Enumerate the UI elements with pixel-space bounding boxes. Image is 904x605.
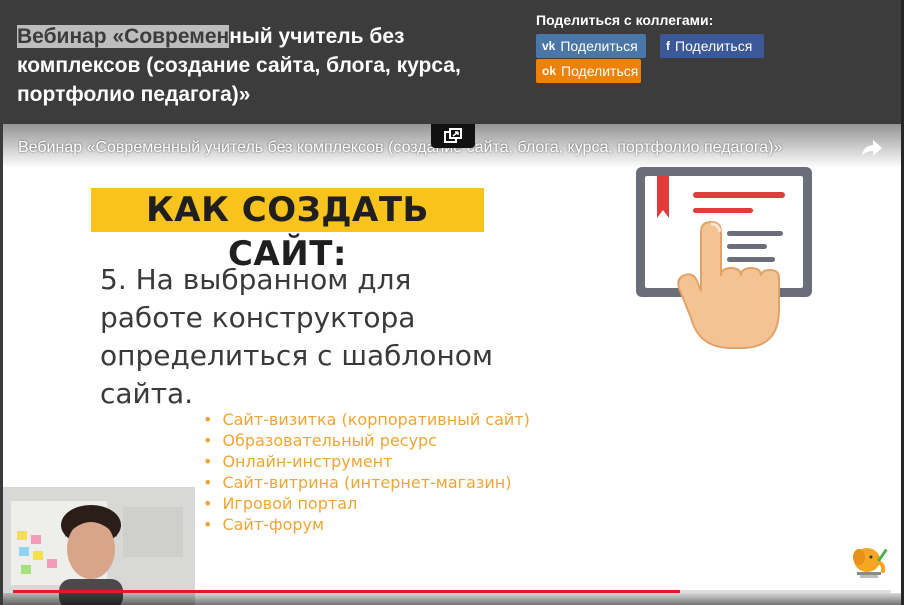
- video-player[interactable]: КАК СОЗДАТЬ САЙТ: 5. На выбранном для ра…: [3, 124, 901, 605]
- slide-list-item: Образовательный ресурс: [203, 430, 530, 451]
- slide-text: 5. На выбранном для работе конструктора …: [100, 263, 493, 410]
- picture-in-picture-icon: [444, 128, 462, 143]
- slide-list-item: Сайт-форум: [203, 514, 530, 535]
- odnoklassniki-share-label: Поделиться: [561, 63, 639, 79]
- picture-in-picture-button[interactable]: [431, 124, 475, 148]
- website-click-illustration-icon: [636, 167, 812, 349]
- slide-list-item: Сайт-визитка (корпоративный сайт): [203, 409, 529, 430]
- slide-heading: КАК СОЗДАТЬ САЙТ:: [91, 188, 484, 274]
- facebook-icon: f: [666, 39, 670, 53]
- video-progress-bar[interactable]: [13, 590, 891, 593]
- video-share-icon[interactable]: [861, 138, 883, 158]
- elephant-logo-icon: [853, 548, 888, 578]
- share-heading: Поделиться с коллегами:: [536, 12, 714, 28]
- slide-list-item: Сайт-витрина (интернет-магазин): [203, 472, 530, 493]
- player-controls-bar[interactable]: [3, 593, 901, 605]
- slide-list: Сайт-визитка (корпоративный сайт)Образов…: [203, 409, 530, 535]
- vk-share-label: Поделиться: [560, 38, 638, 54]
- page-header: Вебинар «Современный учитель без комплек…: [0, 0, 904, 123]
- presenter-webcam-video: [3, 487, 195, 605]
- slide-list-item: Онлайн-инструмент: [203, 451, 530, 472]
- odnoklassniki-share-button[interactable]: ok Поделиться: [536, 59, 641, 83]
- video-progress-fill: [13, 590, 681, 593]
- vk-share-button[interactable]: vk Поделиться: [536, 34, 646, 58]
- slide-list-item: Игровой портал: [203, 493, 530, 514]
- facebook-share-label: Поделиться: [675, 38, 753, 54]
- page-title-selected-part: Вебинар «Современ: [17, 25, 230, 48]
- odnoklassniki-icon: ok: [542, 64, 557, 78]
- page-title: Вебинар «Современный учитель без комплек…: [17, 22, 517, 109]
- vk-icon: vk: [542, 39, 556, 53]
- facebook-share-button[interactable]: f Поделиться: [660, 34, 764, 58]
